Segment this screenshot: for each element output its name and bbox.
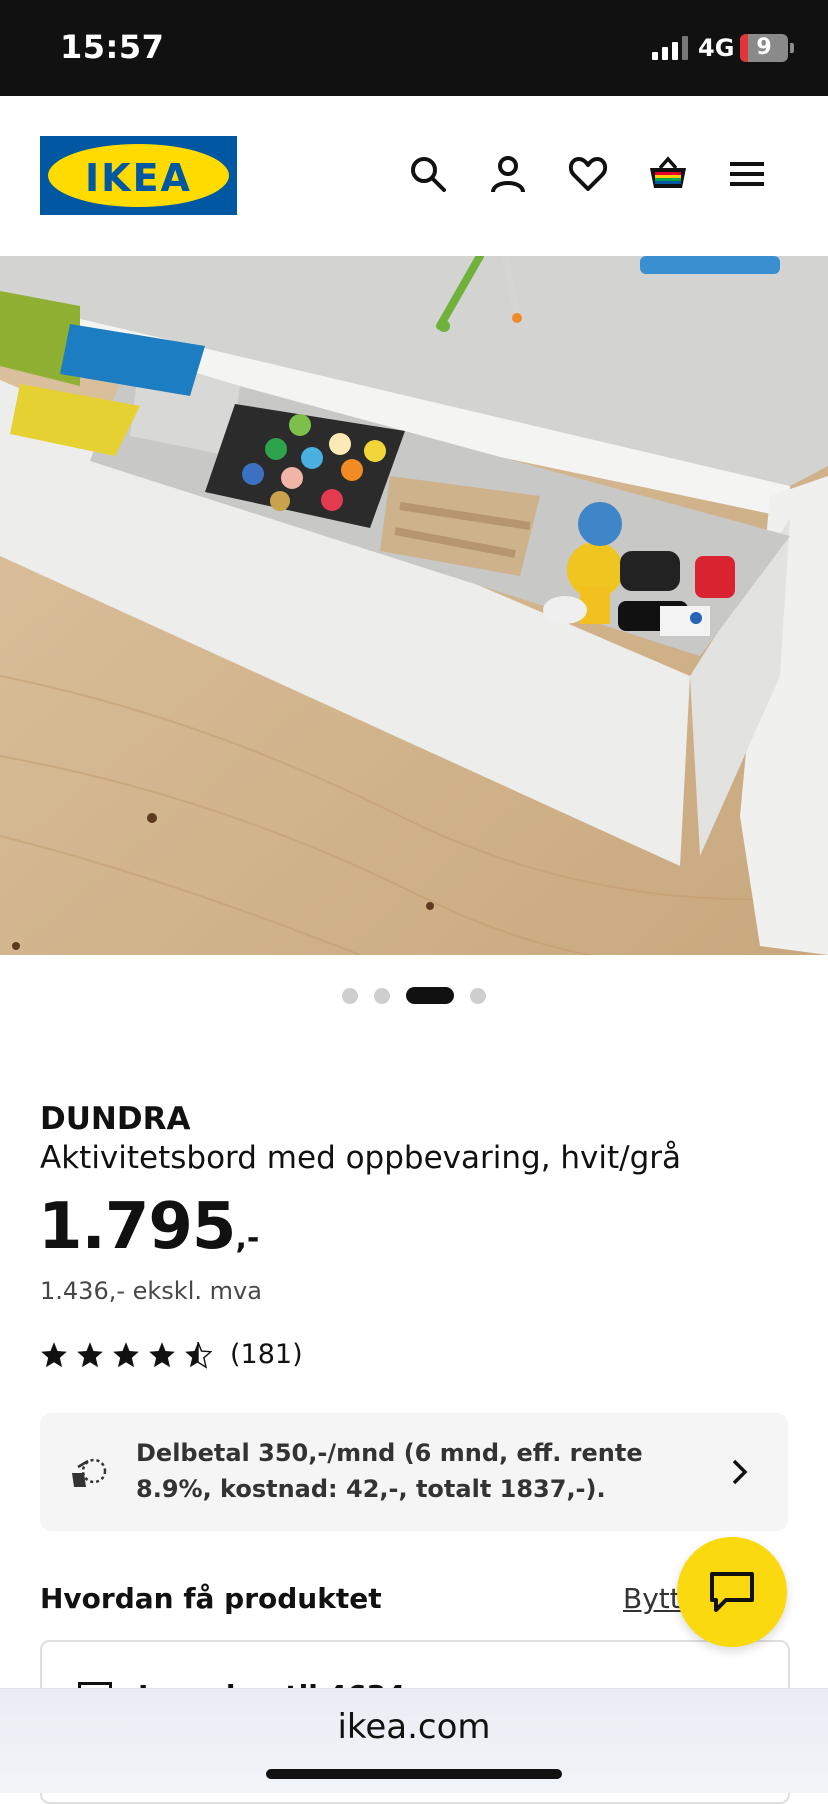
site-header: IKEA xyxy=(0,96,828,256)
chevron-right-icon xyxy=(732,1459,748,1485)
home-indicator xyxy=(266,1769,562,1779)
star-icon xyxy=(149,1342,175,1368)
delivery-section-title: Hvordan få produktet xyxy=(40,1582,382,1615)
battery-icon: 9 xyxy=(740,34,788,62)
installment-text: Delbetal 350,-/mnd (6 mnd, eff. rente 8.… xyxy=(136,1439,643,1503)
basket-icon[interactable] xyxy=(648,154,688,194)
battery-cap xyxy=(790,43,794,53)
star-icon xyxy=(77,1342,103,1368)
price-suffix: ,- xyxy=(235,1221,260,1256)
ikea-logo[interactable]: IKEA xyxy=(40,136,237,215)
menu-icon[interactable] xyxy=(728,154,768,194)
carousel-dot[interactable] xyxy=(342,988,358,1004)
change-location-link[interactable]: Bytt xyxy=(623,1582,681,1615)
installment-icon xyxy=(72,1458,107,1487)
browser-address-bar[interactable]: ikea.com xyxy=(0,1688,828,1793)
carousel-dot[interactable] xyxy=(470,988,486,1004)
rating-count: (181) xyxy=(230,1339,303,1370)
carousel-dot-active[interactable] xyxy=(406,987,454,1004)
logo-text: IKEA xyxy=(85,156,192,200)
chat-icon xyxy=(710,1572,754,1612)
product-description: Aktivitetsbord med oppbevaring, hvit/grå xyxy=(40,1140,682,1176)
browser-url[interactable]: ikea.com xyxy=(0,1707,828,1747)
status-bar: 15:57 4G 9 xyxy=(0,0,828,96)
heart-icon[interactable] xyxy=(568,154,608,194)
search-icon[interactable] xyxy=(408,154,448,194)
star-icon xyxy=(41,1342,67,1368)
battery-level: 9 xyxy=(756,35,772,60)
product-image[interactable] xyxy=(0,256,828,955)
account-icon[interactable] xyxy=(488,154,528,194)
product-price: 1.795,- xyxy=(38,1190,259,1264)
network-type: 4G xyxy=(698,34,735,62)
carousel-dot[interactable] xyxy=(374,988,390,1004)
price-ex-vat: 1.436,- ekskl. mva xyxy=(40,1277,262,1305)
status-time: 15:57 xyxy=(60,28,165,66)
carousel-indicator xyxy=(0,986,828,1004)
star-icon xyxy=(113,1342,139,1368)
product-name: DUNDRA xyxy=(40,1101,191,1137)
installment-banner[interactable]: Delbetal 350,-/mnd (6 mnd, eff. rente 8.… xyxy=(40,1413,788,1531)
signal-icon xyxy=(652,36,688,60)
chat-button[interactable] xyxy=(677,1537,787,1647)
half-star-icon xyxy=(185,1341,212,1369)
price-main: 1.795 xyxy=(38,1190,236,1264)
